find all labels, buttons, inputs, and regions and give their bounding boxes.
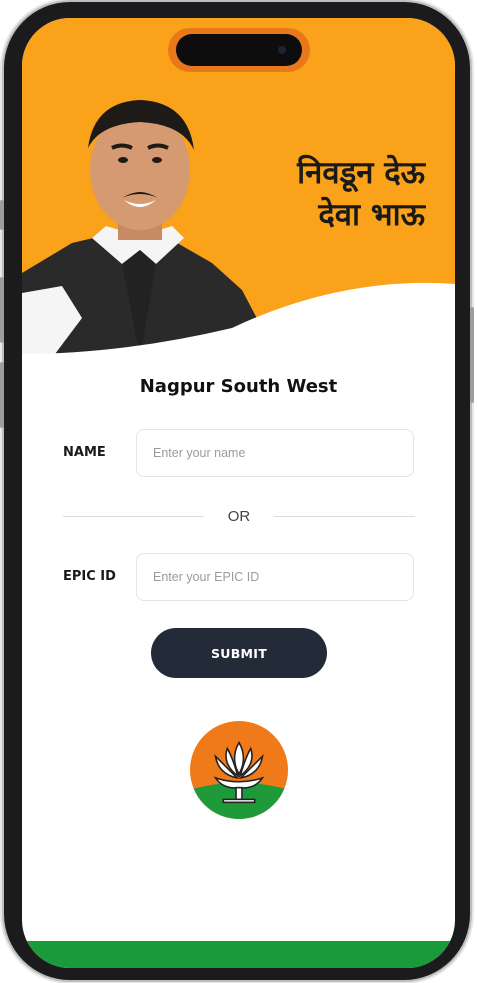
epic-id-label: EPIC ID [63, 569, 116, 584]
or-separator: OR [227, 508, 251, 525]
slogan-line-2: देवा भाऊ [318, 197, 425, 233]
hero-banner: निवडून देऊ देवा भाऊ [22, 18, 455, 358]
slogan-line-1: निवडून देऊ [297, 155, 425, 191]
dynamic-island-inner [176, 34, 302, 66]
volume-down-button [0, 362, 4, 428]
hero-wave [22, 282, 455, 358]
dynamic-island [168, 28, 310, 72]
bottom-bar [22, 941, 455, 968]
name-label: NAME [63, 445, 106, 460]
action-button [0, 200, 4, 230]
app-screen: निवडून देऊ देवा भाऊ Nagpur South West NA… [22, 18, 455, 968]
lotus-logo-icon [190, 721, 288, 819]
divider-right [274, 516, 415, 517]
power-button [470, 307, 474, 403]
epic-id-input[interactable] [136, 553, 414, 601]
front-camera-icon [278, 46, 286, 54]
submit-button[interactable]: SUBMIT [151, 628, 327, 678]
constituency-title: Nagpur South West [139, 376, 338, 397]
volume-up-button [0, 277, 4, 343]
divider-left [63, 516, 204, 517]
campaign-slogan: निवडून देऊ देवा भाऊ [297, 152, 425, 236]
name-input[interactable] [136, 429, 414, 477]
